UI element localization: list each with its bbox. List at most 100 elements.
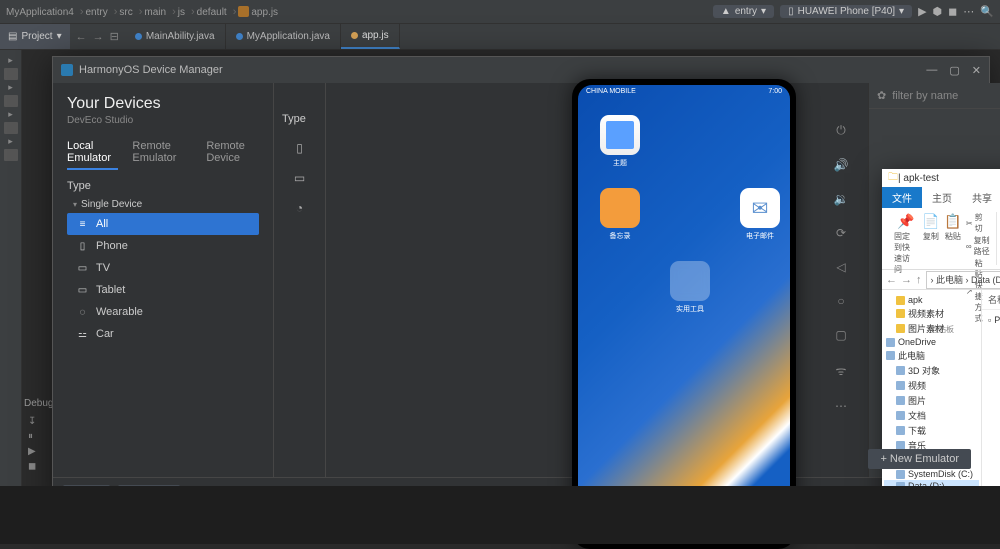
tree-node[interactable]: 文档 [884, 408, 979, 423]
breadcrumb-seg[interactable]: entry [85, 7, 107, 18]
device-type-item[interactable]: ◌Wearable [67, 301, 259, 323]
power-icon[interactable]: ⏻ [836, 123, 846, 138]
cut-button[interactable]: ✂ 剪切 [966, 212, 990, 234]
subtitle: DevEco Studio [67, 115, 259, 126]
copy-path-button[interactable]: ∞ 复制路径 [966, 235, 990, 257]
filter-bar: ✿ filter by name [869, 83, 1000, 109]
dm-tab[interactable]: Local Emulator [67, 140, 118, 170]
folder-icon: 🗀 [888, 170, 898, 187]
device-row-tv-icon[interactable]: ▭ [274, 171, 325, 185]
stop-icon[interactable]: ◼ [948, 5, 957, 18]
fwd-icon[interactable]: → [93, 31, 104, 43]
ide-toolbar: MyApplication4›entry›src›main›js›default… [0, 0, 1000, 24]
tree-node[interactable]: 图片素材 [884, 321, 979, 336]
pause-icon[interactable]: ⏸ [28, 431, 36, 442]
type-heading: Type [67, 180, 259, 192]
breadcrumb-seg[interactable]: src [119, 7, 132, 18]
tree-node[interactable]: 此电脑 [884, 348, 979, 363]
search-icon[interactable]: 🔍 [980, 5, 994, 18]
filter-input[interactable]: filter by name [892, 90, 958, 102]
more-icon[interactable]: ⋯ [835, 399, 847, 413]
window-titlebar[interactable]: HarmonyOS Device Manager — ▢ ✕ [53, 57, 989, 83]
app-icon[interactable]: 备忘录 [592, 188, 648, 241]
new-emulator-button[interactable]: + New Emulator [868, 449, 971, 469]
rotate-icon[interactable]: ⟳ [836, 226, 846, 240]
device-type-item[interactable]: ⚍Car [67, 323, 259, 345]
address-bar[interactable]: › 此电脑 › Data (D:) › soft › apk-test › [926, 271, 1000, 289]
vol-up-icon[interactable]: 🔊 [834, 158, 849, 172]
debug-icon[interactable]: ⬢ [933, 5, 943, 18]
nav-fwd-icon[interactable]: → [901, 274, 912, 286]
clock: 7:00 [768, 88, 782, 95]
your-devices-heading: Your Devices [67, 95, 259, 113]
breadcrumb-seg[interactable]: js [178, 7, 185, 18]
breadcrumb: MyApplication4›entry›src›main›js›default… [6, 6, 282, 18]
nav-tree: apk视频素材图片素材OneDrive此电脑3D 对象视频图片文档下载音乐桌面S… [882, 290, 982, 511]
dm-tab[interactable]: Remote Emulator [132, 140, 192, 170]
device-row-phone-icon[interactable]: ▯ [274, 141, 325, 155]
recent-icon[interactable]: ▢ [835, 328, 846, 342]
project-tree-gutter: ▸ ▸ ▸ ▸ [0, 50, 22, 544]
step-icon[interactable]: ↧ [28, 416, 36, 427]
ribbon-tab-file[interactable]: 文件 [882, 187, 922, 208]
tree-node[interactable]: 视频素材 [884, 306, 979, 321]
back-icon[interactable]: ◁ [836, 260, 845, 274]
wifi-icon[interactable]: ᯤ [836, 362, 847, 379]
nav-back-icon[interactable]: ← [886, 274, 897, 286]
app-icon[interactable]: 电子邮件 [732, 188, 788, 241]
breadcrumb-seg[interactable]: app.js [251, 7, 278, 18]
tab-bar: ▤ Project ▾ ←→⊟ MainAbility.javaMyApplic… [0, 24, 1000, 50]
device-type-item[interactable]: ▭TV [67, 257, 259, 279]
tree-node[interactable]: SystemDisk (C:) [884, 468, 979, 480]
editor-tab[interactable]: app.js [341, 24, 400, 49]
tree-node[interactable]: 视频 [884, 378, 979, 393]
device-select[interactable]: ▯ HUAWEI Phone [P40] ▾ [780, 5, 912, 18]
run-config[interactable]: ▲ entry ▾ [713, 5, 774, 18]
ide-bottom-panel [0, 486, 1000, 544]
breadcrumb-seg[interactable]: MyApplication4 [6, 7, 74, 18]
pin-button[interactable]: 📌固定到快速访问 [894, 212, 918, 275]
breadcrumb-seg[interactable]: default [197, 7, 227, 18]
copy-button[interactable]: 📄复制 [922, 212, 940, 242]
category-single-device[interactable]: Single Device [67, 196, 259, 213]
dm-tab[interactable]: Remote Device [206, 140, 259, 170]
project-panel-toggle[interactable]: ▤ Project ▾ [0, 24, 70, 49]
device-type-item[interactable]: ▯Phone [67, 235, 259, 257]
file-explorer-window: 🗀 | apk-test —▢✕ 文件 主页 共享 查看 [882, 169, 1000, 529]
minimize-icon[interactable]: — [926, 64, 937, 77]
device-type-item[interactable]: ▭Tablet [67, 279, 259, 301]
ribbon-tab-home[interactable]: 主页 [922, 187, 962, 208]
breadcrumb-seg[interactable]: main [144, 7, 166, 18]
file-row[interactable]: ▫PureHarmony.hap2021/8/19 17:38HAP 文件370… [982, 310, 1000, 329]
vol-down-icon[interactable]: 🔉 [834, 192, 849, 206]
explorer-titlebar[interactable]: 🗀 | apk-test —▢✕ [882, 169, 1000, 187]
tree-node[interactable]: OneDrive [884, 336, 979, 348]
back-icon[interactable]: ← [76, 31, 87, 43]
tree-node[interactable]: apk [884, 294, 979, 306]
editor-tab[interactable]: MainAbility.java [125, 24, 226, 49]
more-icon[interactable]: ⋯ [963, 5, 974, 18]
device-manager-window: HarmonyOS Device Manager — ▢ ✕ Your Devi… [52, 56, 990, 512]
ribbon-tab-share[interactable]: 共享 [962, 187, 1000, 208]
home-icon[interactable]: ○ [837, 294, 844, 308]
tree-node[interactable]: 3D 对象 [884, 363, 979, 378]
column-header[interactable]: 名称 [988, 293, 1000, 306]
stop-icon[interactable]: ◼ [28, 461, 36, 472]
close-icon[interactable]: ✕ [972, 64, 981, 77]
resume-icon[interactable]: ▶ [28, 446, 36, 457]
nav-up-icon[interactable]: ↑ [916, 274, 922, 286]
device-type-item[interactable]: ≡All [67, 213, 259, 235]
emulator-side-controls: ⏻ 🔊 🔉 ⟳ ◁ ○ ▢ ᯤ ⋯ [816, 83, 866, 477]
tree-node[interactable]: 图片 [884, 393, 979, 408]
app-icon[interactable]: 主题 [592, 115, 648, 168]
settings-icon[interactable]: ✿ [877, 89, 886, 102]
paste-button[interactable]: 📋粘贴 [944, 212, 962, 242]
carrier: CHINA MOBILE [586, 88, 636, 95]
maximize-icon[interactable]: ▢ [949, 64, 959, 77]
tree-node[interactable]: 下载 [884, 423, 979, 438]
editor-tab[interactable]: MyApplication.java [226, 24, 341, 49]
col-type: Type [274, 113, 325, 125]
app-icon[interactable]: 实用工具 [662, 261, 718, 314]
run-icon[interactable]: ▶ [918, 5, 926, 18]
device-row-watch-icon[interactable]: ◔ [274, 201, 325, 215]
